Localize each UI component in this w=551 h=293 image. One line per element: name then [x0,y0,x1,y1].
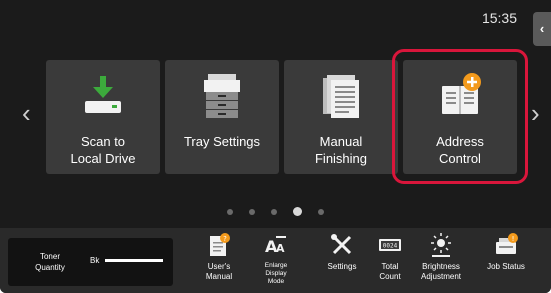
highlight-frame [392,49,528,184]
total-count-button[interactable]: 0024 Total Count [367,232,413,282]
svg-text:?: ? [223,235,227,243]
tile-label: Scan to Local Drive [70,134,136,166]
page-indicator [0,203,551,221]
side-panel-tab[interactable]: ‹ [533,12,551,46]
users-manual-button[interactable]: ? User's Manual [196,232,242,282]
toner-quantity-panel: Toner Quantity Bk [8,238,173,286]
tile-label: Tray Settings [183,134,261,149]
total-count-label: Total Count [379,262,401,281]
brightness-adjustment-button[interactable]: Brightness Adjustment [418,232,464,282]
tile-manual-finishing[interactable]: Manual Finishing [284,60,398,174]
clock: 15:35 [481,10,517,26]
svg-text:0024: 0024 [383,243,398,250]
brightness-icon [431,233,451,257]
settings-tools-icon [331,234,352,255]
brightness-adjustment-label: Brightness Adjustment [420,262,462,281]
page-dot[interactable] [271,208,277,215]
chevron-right-icon: › [531,98,540,128]
users-manual-label: User's Manual [205,262,233,281]
job-status-icon: ! [496,233,518,254]
toner-color-label: Bk [90,256,100,265]
job-status-button[interactable]: ! Job Status [483,232,529,272]
chevron-left-icon: ‹ [539,21,545,36]
job-status-label: Job Status [487,262,525,271]
tile-label: Manual Finishing [314,134,368,166]
page-dot[interactable] [318,208,324,215]
svg-text:A: A [276,242,285,255]
page-dot-active[interactable] [293,207,302,217]
toner-title: Toner Quantity [35,252,65,272]
chevron-left-icon: ‹ [22,98,31,128]
scan-to-local-drive-icon [85,76,121,113]
enlarge-display-mode-button[interactable]: A A Enlarge Display Mode [253,232,299,286]
control-panel-screen: 15:35 ‹ ‹ › Scan to Local Drive Tray Set… [0,0,551,293]
user-manual-icon: ? [210,233,230,256]
svg-text:!: ! [512,235,515,243]
documents-stack-icon [323,75,359,118]
toner-level-bar [105,259,163,262]
tile-scan-to-local-drive[interactable]: Scan to Local Drive [46,60,160,174]
top-status-bar: 15:35 [0,0,551,40]
counter-icon: 0024 [379,239,401,251]
enlarge-display-icon: A A [265,236,286,256]
settings-label: Settings [327,262,357,271]
tile-tray-settings[interactable]: Tray Settings [165,60,279,174]
printer-tray-icon [204,74,240,118]
page-dot[interactable] [249,208,255,215]
settings-button[interactable]: Settings [319,232,365,272]
next-page-arrow[interactable]: › [531,100,540,126]
bottom-toolbar: Toner Quantity Bk ? User's Manual A A En… [0,228,551,293]
enlarge-display-mode-label: Enlarge Display Mode [264,262,288,285]
previous-page-arrow[interactable]: ‹ [22,100,31,126]
page-dot[interactable] [227,208,233,215]
